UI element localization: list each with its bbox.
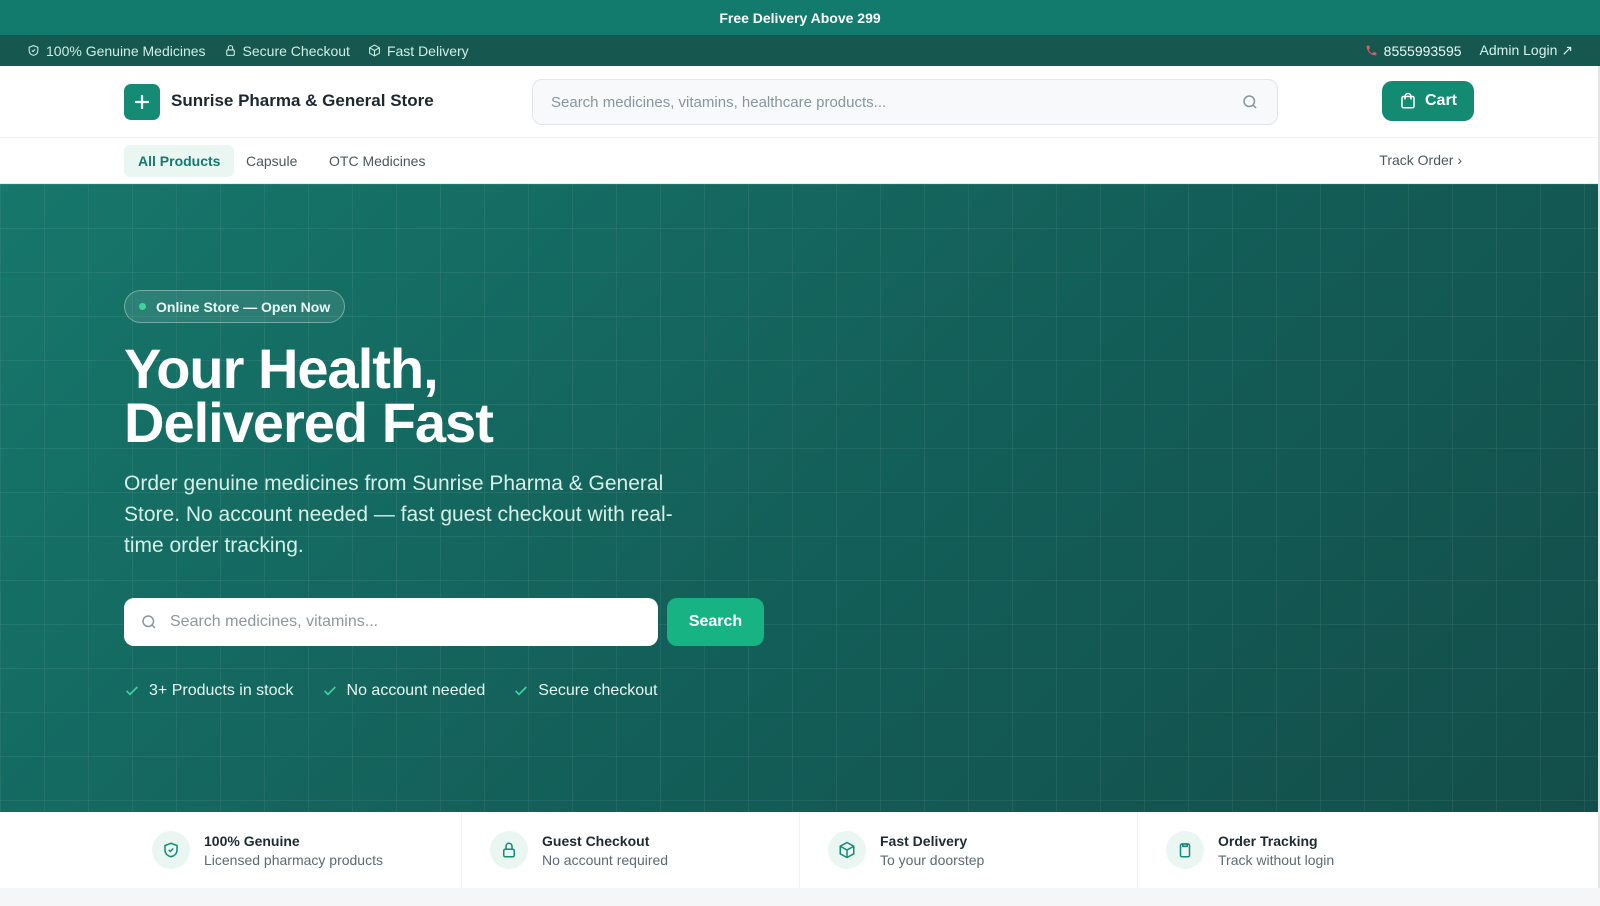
hero-search-input[interactable] — [170, 613, 642, 631]
secure-badge-label: Secure Checkout — [242, 42, 350, 59]
check-icon — [126, 686, 138, 696]
feature-title: Guest Checkout — [542, 832, 650, 849]
check-item-label: Secure checkout — [538, 682, 658, 699]
feature-guest-checkout: Guest Checkout No account required — [462, 812, 800, 888]
shopping-bag-icon — [1401, 92, 1415, 109]
check-item: 3+ Products in stock — [124, 682, 294, 700]
box-icon — [369, 44, 380, 57]
check-item: Secure checkout — [513, 682, 657, 700]
check-icon — [323, 686, 336, 696]
hero-title-line1: Your Health, — [124, 337, 439, 400]
header-search-input[interactable] — [551, 93, 1241, 111]
announcement-bar: Free Delivery Above 299 — [0, 0, 1600, 35]
page-bottom-strip — [0, 888, 1600, 906]
hero-title: Your Health, Delivered Fast — [124, 337, 724, 454]
search-icon — [142, 615, 156, 629]
track-order-link[interactable]: Track Order › — [1379, 152, 1462, 168]
phone-link[interactable]: 8555993595 — [1365, 43, 1462, 59]
lock-icon — [225, 45, 235, 56]
hero-title-line2: Delivered Fast — [124, 391, 494, 454]
hero-checklist: 3+ Products in stock No account needed S… — [124, 682, 657, 700]
site-header: Sunrise Pharma & General Store Cart — [0, 66, 1600, 138]
hero-search-button[interactable]: Search — [667, 598, 764, 646]
store-logo[interactable] — [124, 84, 160, 120]
feature-desc: No account required — [542, 851, 669, 868]
feature-desc: Track without login — [1218, 851, 1335, 868]
delivery-badge: Fast Delivery — [368, 43, 469, 59]
hero-subtitle: Order genuine medicines from Sunrise Pha… — [124, 472, 673, 557]
category-nav: All Products Capsule OTC Medicines Track… — [0, 138, 1600, 184]
check-icon — [515, 686, 528, 696]
store-name[interactable]: Sunrise Pharma & General Store — [171, 91, 434, 111]
clipboard-icon — [1166, 831, 1204, 869]
feature-genuine: 100% Genuine Licensed pharmacy products — [124, 812, 462, 888]
hero-search-box[interactable] — [124, 598, 658, 646]
genuine-badge-label: 100% Genuine Medicines — [46, 42, 206, 59]
check-item-label: 3+ Products in stock — [149, 682, 294, 699]
features-strip: 100% Genuine Licensed pharmacy products … — [0, 812, 1600, 888]
check-item: No account needed — [322, 682, 486, 700]
delivery-badge-label: Fast Delivery — [386, 42, 469, 59]
trust-badges: 100% Genuine Medicines Secure Checkout F… — [27, 43, 469, 59]
feature-order-tracking: Order Tracking Track without login — [1138, 812, 1476, 888]
lock-icon — [490, 831, 528, 869]
hero-section: Online Store — Open Now Your Health, Del… — [0, 184, 1600, 812]
shield-icon — [152, 831, 190, 869]
feature-title: 100% Genuine — [204, 832, 300, 849]
status-dot — [139, 303, 146, 310]
store-status-text: Online Store — Open Now — [156, 298, 331, 315]
feature-title: Fast Delivery — [880, 832, 968, 849]
admin-login-link[interactable]: Admin Login ↗ — [1480, 42, 1573, 59]
feature-desc: Licensed pharmacy products — [204, 851, 383, 868]
secure-badge: Secure Checkout — [224, 43, 350, 59]
check-item-label: No account needed — [346, 682, 486, 699]
search-icon[interactable] — [1241, 93, 1259, 111]
genuine-badge: 100% Genuine Medicines — [27, 43, 206, 59]
contact-group: 8555993595 Admin Login ↗ — [1365, 42, 1573, 59]
box-icon — [828, 831, 866, 869]
top-info-bar: 100% Genuine Medicines Secure Checkout F… — [0, 35, 1600, 66]
header-search-box[interactable] — [532, 79, 1278, 125]
plus-icon — [134, 94, 150, 110]
phone-number: 8555993595 — [1383, 42, 1462, 59]
feature-desc: To your doorstep — [880, 851, 985, 868]
category-otc-medicines[interactable]: OTC Medicines — [315, 145, 439, 177]
category-all-products[interactable]: All Products — [124, 145, 235, 177]
store-status-badge: Online Store — Open Now — [124, 290, 346, 323]
feature-fast-delivery: Fast Delivery To your doorstep — [800, 812, 1138, 888]
cart-label: Cart — [1424, 92, 1457, 109]
shield-icon — [28, 45, 39, 56]
cart-button[interactable]: Cart — [1382, 81, 1474, 121]
announcement-text: Free Delivery Above 299 — [719, 9, 881, 26]
phone-icon — [1366, 45, 1377, 56]
feature-title: Order Tracking — [1218, 832, 1318, 849]
category-capsule[interactable]: Capsule — [232, 145, 311, 177]
